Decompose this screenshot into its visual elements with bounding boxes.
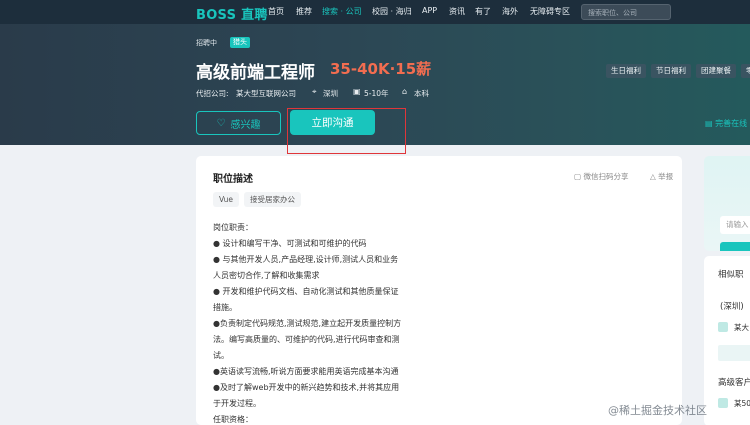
description-line: 任职资格： (213, 415, 253, 424)
nav-campus[interactable]: 校园 · 海归 (372, 6, 412, 17)
annotation-highlight-box (287, 108, 406, 154)
wechat-share[interactable]: ▢ 微信扫码分享 (574, 171, 628, 182)
search-input[interactable] (588, 7, 666, 18)
description-line: 法。编写高质量的、可维护的代码,进行代码审查和测 (213, 335, 400, 344)
similar-job-company[interactable]: 某50 (734, 398, 750, 409)
description-line: ●负责制定代码规范,测试规范,建立起开发质量控制方 (213, 319, 402, 328)
description-line: 人员密切合作,了解和收集需求 (213, 271, 320, 280)
skill-chip: Vue (213, 192, 239, 207)
interest-button[interactable]: ♡ 感兴趣 (196, 111, 281, 135)
nav-overseas[interactable]: 海外 (502, 6, 518, 17)
similar-job-city[interactable]: (深圳) (720, 300, 744, 312)
job-experience: 5-10年 (364, 89, 389, 98)
company-logo (718, 398, 728, 408)
company-logo (718, 322, 728, 332)
recruiting-status: 招聘中 (196, 39, 217, 47)
benefit-tag: 团建聚餐 (696, 64, 736, 78)
description-line: ● 设计和编写干净、可测试和可维护的代码 (213, 239, 367, 248)
job-header: 招聘中 猎头 高级前端工程师 35-40K·15薪 代招公司: 某大型互联网公司… (0, 24, 750, 154)
benefit-tag: 零 (741, 64, 750, 78)
description-line: ●及时了解web开发中的新兴趋势和技术,并将其应用 (213, 383, 400, 392)
nav-youle[interactable]: 有了 (475, 6, 491, 17)
top-nav: BOSS 直聘 首页 推荐 搜索 · 公司 校园 · 海归 APP 资讯 有了 … (0, 0, 750, 24)
search-box[interactable] (581, 4, 671, 20)
qr-code-icon: ▢ (574, 172, 582, 181)
salary: 35-40K·15薪 (330, 60, 432, 78)
job-description-card: 职位描述 ▢ 微信扫码分享 △ 举报 Vue 接受居家办公 岗位职责： ● 设计… (196, 156, 682, 425)
description-line: ● 开发和维护代码文档、自动化测试和其他质量保证 (213, 287, 399, 296)
description-line: 措施。 (213, 303, 237, 312)
similar-job-tag (718, 345, 750, 361)
company-name[interactable]: 某大型互联网公司 (236, 88, 296, 99)
nav-home[interactable]: 首页 (268, 6, 284, 17)
job-title: 高级前端工程师 (196, 63, 315, 83)
warning-icon: △ (650, 172, 656, 181)
description-line: ●英语读写流畅,听说方面要求能用英语完成基本沟通 (213, 367, 399, 376)
login-button[interactable] (720, 242, 750, 251)
description-line: ● 与其他开发人员,产品经理,设计师,测试人员和业务 (213, 255, 399, 264)
benefit-tag: 生日福利 (606, 64, 646, 78)
heart-icon: ♡ (216, 117, 226, 129)
complete-resume-link[interactable]: ▤ 完善在线 (705, 118, 747, 129)
similar-job-company[interactable]: 某大 (734, 322, 749, 333)
similar-job-title[interactable]: 高级客户 (718, 376, 750, 388)
description-line: 试。 (213, 351, 229, 360)
section-title: 职位描述 (213, 174, 253, 185)
briefcase-icon: ▣ (353, 87, 361, 96)
company-label: 代招公司: (196, 89, 229, 98)
watermark: @稀土掘金技术社区 (608, 404, 707, 417)
similar-jobs-panel: 相似职 (深圳) 某大 高级客户 某50 (704, 256, 750, 425)
boss-logo[interactable]: BOSS 直聘 (196, 4, 268, 23)
nav-news[interactable]: 资讯 (449, 6, 465, 17)
description-text: 岗位职责： ● 设计和编写干净、可测试和可维护的代码 ● 与其他开发人员,产品经… (213, 220, 419, 425)
nav-app[interactable]: APP (422, 6, 437, 15)
headhunter-badge: 猎头 (230, 37, 250, 48)
description-line: 岗位职责： (213, 223, 253, 232)
nav-recommend[interactable]: 推荐 (296, 6, 312, 17)
nav-accessibility[interactable]: 无障碍专区 (530, 6, 570, 17)
skill-chip: 接受居家办公 (244, 192, 301, 207)
similar-jobs-title: 相似职 (718, 270, 744, 280)
login-input[interactable]: 请输入 (720, 216, 750, 234)
report-link[interactable]: △ 举报 (650, 171, 673, 182)
login-panel: 请输入 (704, 156, 750, 251)
description-line: 于开发过程。 (213, 399, 261, 408)
benefit-tag: 节日福利 (651, 64, 691, 78)
location-icon: ⌖ (312, 87, 317, 96)
interest-label: 感兴趣 (230, 119, 261, 131)
nav-search-company[interactable]: 搜索 · 公司 (322, 6, 362, 17)
graduation-cap-icon: ⌂ (402, 87, 408, 96)
job-education: 本科 (414, 89, 429, 98)
job-location: 深圳 (323, 89, 338, 98)
resume-icon: ▤ (705, 119, 713, 128)
